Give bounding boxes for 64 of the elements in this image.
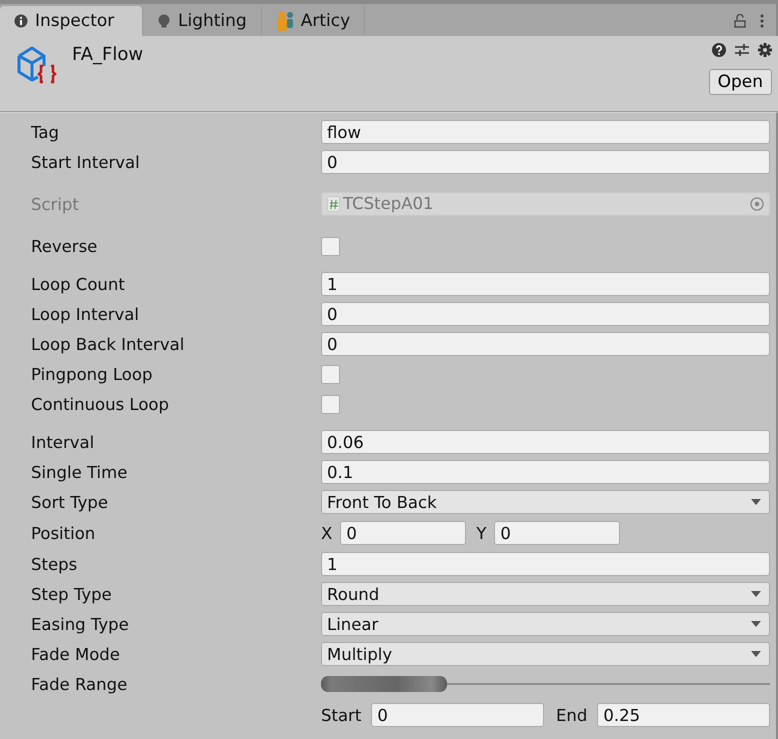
field-label: Pingpong Loop (31, 364, 154, 384)
caret-icon (751, 651, 761, 657)
field-label: Start (321, 706, 362, 724)
caret-icon (751, 499, 761, 505)
field-label: Fade Mode (31, 644, 121, 664)
field-label: Step Type (31, 584, 113, 604)
open-button[interactable]: Open (708, 69, 772, 96)
field-label: Interval (31, 432, 96, 452)
input-field[interactable]: 0 (321, 150, 770, 174)
field-label: Tag (31, 122, 60, 142)
input-field[interactable]: 0.06 (321, 430, 770, 454)
script-name: TCStepA01 (343, 193, 434, 215)
input-field[interactable]: 0 (321, 302, 770, 326)
field-label: Loop Interval (31, 304, 140, 324)
input-field[interactable]: 0.25 (597, 703, 770, 727)
field-label: Fade Range (31, 674, 128, 694)
caret-icon (751, 591, 761, 597)
field-label: Reverse (31, 236, 98, 256)
axis-label: X (321, 524, 334, 542)
field-label: Single Time (31, 462, 128, 482)
input-field[interactable]: 1 (321, 272, 770, 296)
info-icon (14, 14, 28, 28)
sliders-icon (735, 43, 749, 58)
script-icon (327, 196, 340, 212)
checkbox[interactable] (321, 364, 340, 384)
dropdown-value: Linear (327, 614, 378, 634)
field-label: End (556, 706, 588, 724)
settings-icon (758, 43, 772, 58)
dropdown[interactable]: Front To Back (321, 490, 770, 514)
input-field[interactable]: 0 (371, 703, 544, 727)
range-handle[interactable] (321, 676, 448, 692)
dropdown[interactable]: Round (321, 582, 770, 606)
dropdown[interactable]: Multiply (321, 642, 770, 666)
field-label: Sort Type (31, 492, 109, 512)
help-icon (712, 43, 726, 58)
field-label: Loop Count (31, 274, 126, 294)
object-title: FA_Flow (72, 44, 144, 68)
lock-icon (734, 14, 746, 28)
input-field[interactable]: 0 (321, 332, 770, 356)
field-label: Steps (31, 554, 78, 574)
field-label: Loop Back Interval (31, 334, 186, 354)
field-label: Easing Type (31, 614, 130, 634)
checkbox[interactable] (321, 394, 340, 414)
field-label: Position (31, 524, 96, 542)
dropdown[interactable]: Linear (321, 612, 770, 636)
field-label: Continuous Loop (31, 394, 170, 414)
input-field[interactable]: 0 (494, 521, 620, 545)
dropdown-value: Front To Back (327, 492, 437, 512)
input-field[interactable]: 0 (340, 521, 466, 545)
checkbox[interactable] (321, 236, 340, 256)
dropdown-value: Round (327, 584, 380, 604)
field-label: Script (31, 194, 80, 214)
figures-icon (276, 11, 294, 32)
input-field[interactable]: flow (321, 120, 770, 144)
input-field[interactable]: 0.1 (321, 460, 770, 484)
more-icon (760, 14, 764, 28)
dropdown-value: Multiply (327, 644, 392, 664)
caret-icon (751, 621, 761, 627)
input-field[interactable]: 1 (321, 552, 770, 576)
tab[interactable]: Inspector (0, 6, 143, 36)
target-icon (750, 197, 764, 211)
field-label: Start Interval (31, 152, 141, 172)
lightbulb-icon (157, 14, 171, 28)
axis-label: Y (476, 524, 488, 542)
